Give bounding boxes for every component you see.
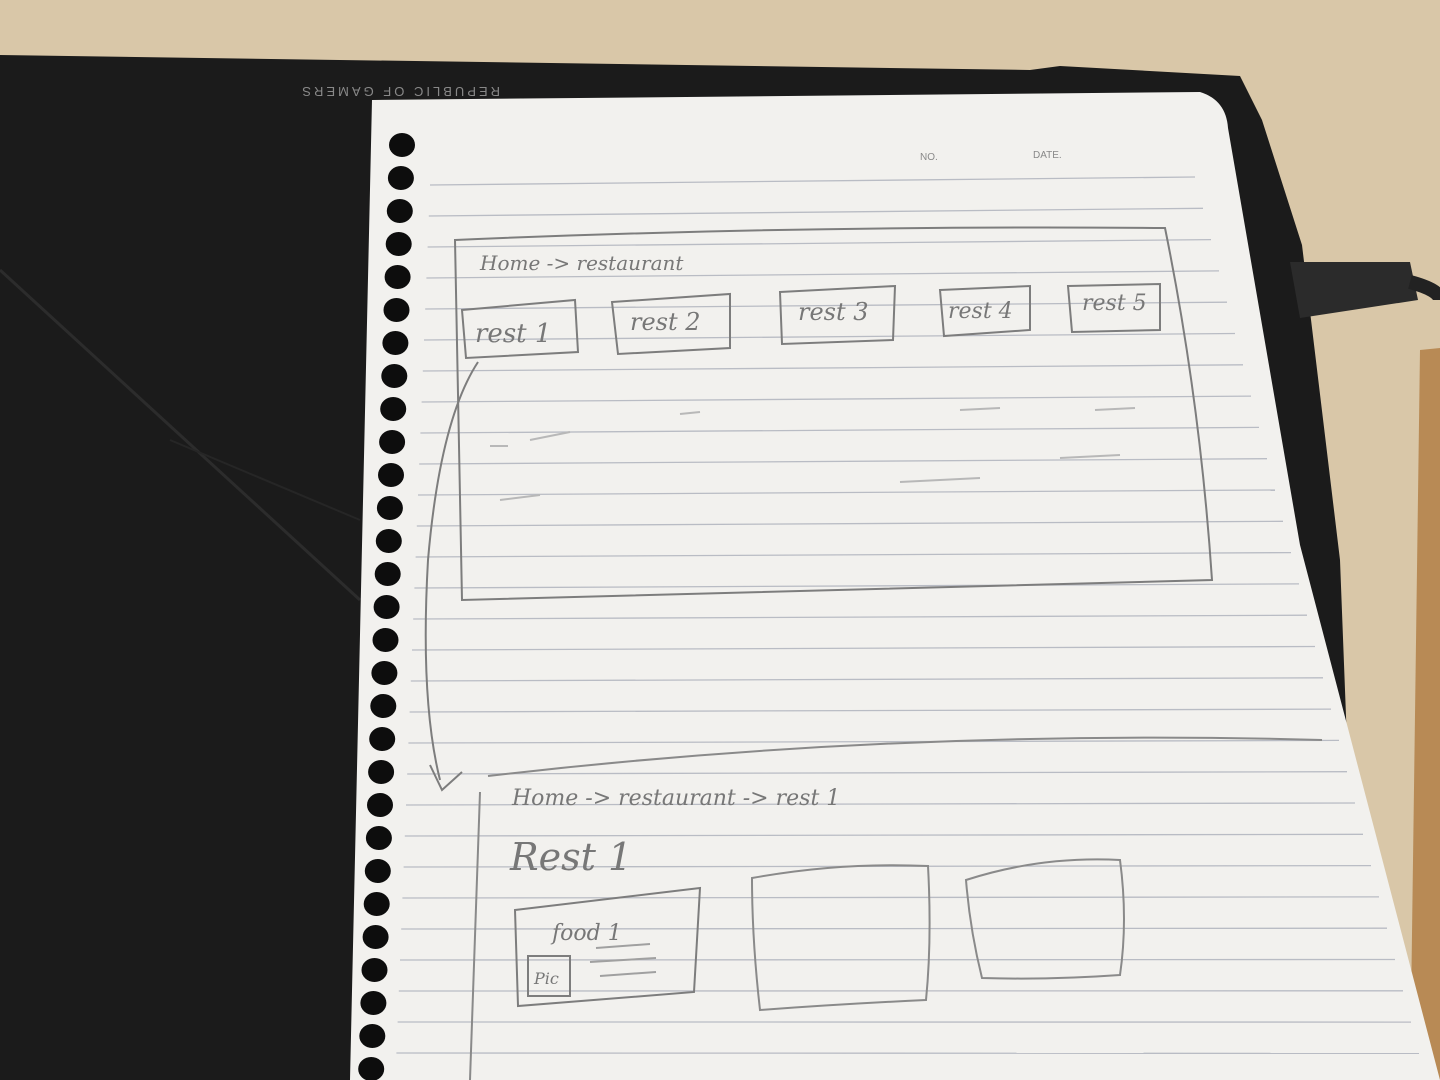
sketch-restaurant-title: Rest 1 [509, 835, 632, 879]
punch-hole [375, 529, 402, 553]
punch-hole [367, 793, 393, 817]
punch-hole [368, 760, 395, 784]
punch-hole [384, 265, 411, 289]
punch-hole [373, 595, 400, 619]
food-card-title: food 1 [550, 921, 622, 946]
punch-hole [359, 1024, 386, 1048]
notebook-photo: REPUBLIC OF GAMERS NO. DATE. Home -> res… [0, 0, 1440, 1080]
no-label: NO. [920, 152, 938, 163]
punch-hole [365, 826, 392, 850]
punch-hole [385, 232, 412, 256]
punch-hole [361, 958, 388, 982]
restaurant-tile-label: rest 1 [475, 319, 551, 349]
punch-hole [381, 364, 408, 388]
punch-hole [386, 199, 413, 223]
punch-hole [382, 331, 409, 355]
food-card-pic-label: Pic [533, 969, 559, 988]
sketch-breadcrumb-1: Home -> restaurant [479, 251, 684, 275]
punch-hole [374, 562, 401, 586]
date-label: DATE. [1033, 150, 1062, 161]
punch-hole [370, 694, 397, 718]
laptop-brand-text: REPUBLIC OF GAMERS [299, 84, 500, 99]
restaurant-tile-label: rest 3 [798, 298, 869, 326]
punch-hole [360, 991, 387, 1015]
ruled-line [399, 958, 1396, 961]
punch-hole [362, 925, 389, 949]
punch-hole [363, 892, 390, 916]
punch-hole [389, 133, 415, 157]
punch-hole [379, 430, 406, 454]
punch-hole [383, 298, 410, 322]
punch-hole [378, 463, 404, 487]
punch-hole [371, 661, 398, 685]
punch-hole [387, 166, 414, 190]
ruled-line [401, 927, 1388, 930]
punch-hole [380, 397, 407, 421]
restaurant-tile-label: rest 4 [948, 299, 1013, 324]
restaurant-tile-label: rest 5 [1082, 291, 1147, 316]
punch-hole [376, 496, 403, 520]
punch-hole [372, 628, 399, 652]
punch-hole [358, 1057, 385, 1080]
punch-hole [369, 727, 396, 751]
punch-hole [364, 859, 391, 883]
restaurant-tile-label: rest 2 [630, 308, 701, 336]
sketch-breadcrumb-2: Home -> restaurant -> rest 1 [511, 786, 840, 811]
